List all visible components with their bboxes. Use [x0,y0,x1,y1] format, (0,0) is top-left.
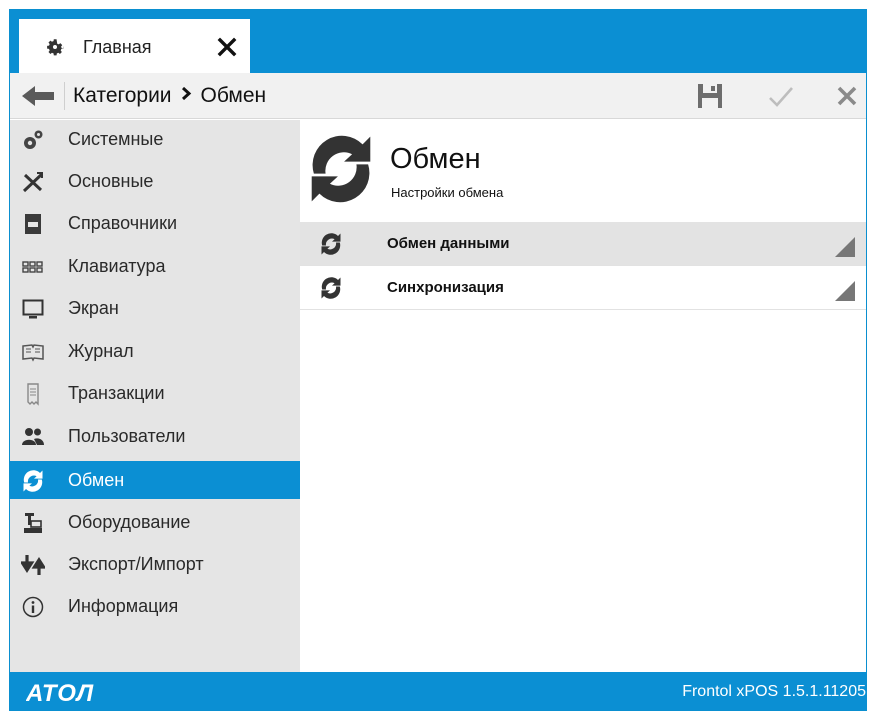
check-icon[interactable] [767,83,795,111]
sidebar-item-users[interactable]: Пользователи [10,417,300,455]
settings-row-data-exchange[interactable]: Обмен данными [300,222,866,266]
sidebar-item-label: Обмен [68,470,125,490]
cancel-icon[interactable] [836,85,858,107]
sidebar-item-general[interactable]: Основные [10,162,300,200]
export-import-icon [21,555,45,575]
sidebar-item-label: Основные [68,171,154,191]
users-icon [22,428,44,445]
sync-icon [321,277,341,299]
sync-icon [23,470,43,492]
breadcrumb-root[interactable]: Категории [73,84,172,107]
breadcrumb-bar: Категории Обмен [10,73,866,119]
back-arrow-icon[interactable] [20,83,58,109]
receipt-icon [27,383,39,406]
sync-icon [321,233,341,255]
sidebar-item-label: Клавиатура [68,256,166,276]
chevron-right-icon [181,87,191,100]
sidebar-item-label: Информация [68,596,179,616]
settings-row-sync[interactable]: Синхронизация [300,266,866,310]
sidebar-item-label: Экран [68,298,119,318]
gear-icon [47,39,64,56]
sidebar-item-transactions[interactable]: Транзакции [10,374,300,412]
sidebar: Системные Основные Справочники Клавиатур… [10,120,300,672]
sidebar-item-info[interactable]: Информация [10,587,300,625]
book-icon [25,214,41,234]
breadcrumb-current: Обмен [200,84,267,107]
content-panel: Обмен Настройки обмена Обмен данными Син… [300,120,866,672]
breadcrumb-divider [64,82,65,110]
sidebar-item-keyboard[interactable]: Клавиатура [10,247,300,285]
sidebar-item-label: Системные [68,129,164,149]
page-title: Обмен [390,143,481,175]
expand-corner-icon[interactable] [834,236,856,258]
atol-logo: АТОЛ [26,680,94,705]
breadcrumb: Категории Обмен [73,84,266,108]
tab-main[interactable]: Главная [19,19,250,73]
keyboard-icon [22,261,43,273]
sidebar-item-journal[interactable]: Журнал [10,332,300,370]
cash-register-icon [24,513,42,533]
save-icon[interactable] [695,81,725,111]
sidebar-item-exchange[interactable]: Обмен [10,461,300,499]
sidebar-item-screen[interactable]: Экран [10,289,300,327]
sidebar-item-equipment[interactable]: Оборудование [10,503,300,541]
title-bar: Главная [10,10,866,73]
gears-icon [24,130,43,149]
footer-bar: АТОЛ Frontol xPOS 1.5.1.11205 [10,672,866,710]
info-icon [22,596,44,618]
version-label: Frontol xPOS 1.5.1.11205 [682,683,866,700]
app-window: Главная Категории Обмен Системные Основн… [9,9,867,711]
tab-title: Главная [83,37,152,57]
sidebar-item-label: Экспорт/Импорт [68,554,204,574]
journal-icon [22,344,44,362]
sidebar-item-label: Журнал [68,341,134,361]
sidebar-item-references[interactable]: Справочники [10,204,300,242]
sidebar-item-system[interactable]: Системные [10,120,300,158]
sync-icon [311,135,371,203]
svg-text:АТОЛ: АТОЛ [26,680,94,705]
sidebar-item-label: Оборудование [68,512,191,532]
expand-corner-icon[interactable] [834,280,856,302]
sidebar-item-label: Транзакции [68,383,165,403]
sidebar-item-label: Справочники [68,213,178,233]
page-subtitle: Настройки обмена [391,185,504,200]
settings-row-label: Обмен данными [387,235,510,252]
monitor-icon [22,299,44,319]
settings-row-label: Синхронизация [387,279,504,296]
sidebar-item-export-import[interactable]: Экспорт/Импорт [10,545,300,583]
tools-icon [22,172,44,193]
close-tab-icon[interactable] [215,35,239,59]
sidebar-item-label: Пользователи [68,426,186,446]
